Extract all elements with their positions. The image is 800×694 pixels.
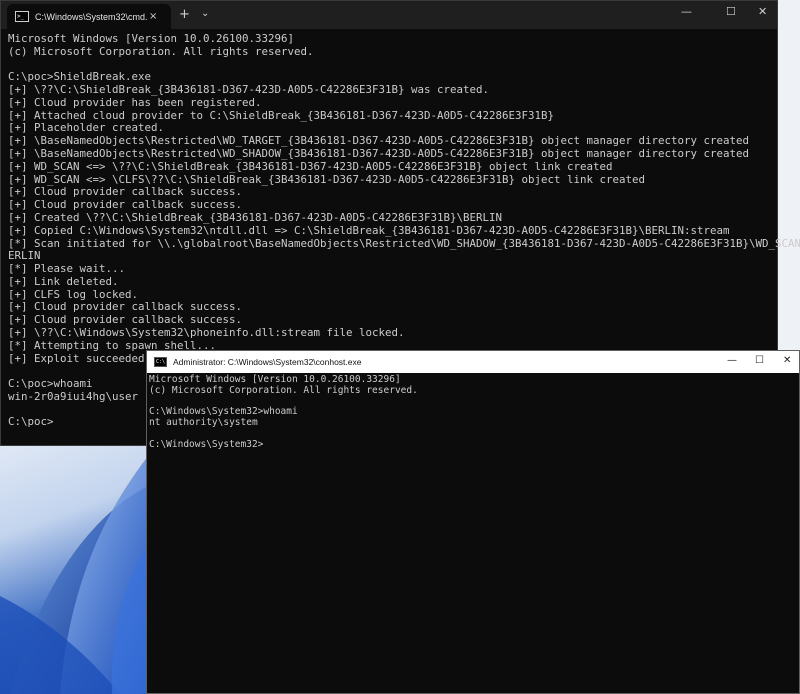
minimize-button[interactable]: —	[727, 355, 737, 366]
console-line: [*] Please wait...	[8, 262, 126, 276]
console-line: [*] Scan initiated for \\.\globalroot\Ba…	[8, 236, 800, 250]
console-icon: C:\	[154, 357, 167, 367]
scrollbar[interactable]	[793, 373, 799, 693]
console-line: (c) Microsoft Corporation. All rights re…	[8, 44, 314, 58]
tab-close-button[interactable]: ×	[149, 11, 157, 22]
console-line: [+] \??\C:\Windows\System32\phoneinfo.dl…	[8, 325, 405, 339]
close-button[interactable]: ✕	[783, 355, 791, 366]
conhost-window[interactable]: C:\ Administrator: C:\Windows\System32\c…	[146, 350, 800, 694]
tab-bar: >_ C:\Windows\System32\cmd.e × + ⌄ — ☐ ✕	[1, 1, 777, 29]
maximize-button[interactable]: ☐	[726, 5, 736, 18]
window-title: Administrator: C:\Windows\System32\conho…	[173, 357, 362, 367]
console-line: [+] Link deleted.	[8, 274, 119, 288]
console-line: [+] \??\C:\ShieldBreak_{3B436181-D367-42…	[8, 83, 490, 97]
new-tab-button[interactable]: +	[179, 7, 190, 22]
maximize-button[interactable]: ☐	[755, 355, 764, 366]
minimize-button[interactable]: —	[681, 5, 692, 18]
desktop-wallpaper	[0, 446, 148, 694]
console-line: [+] Created \??\C:\ShieldBreak_{3B436181…	[8, 210, 503, 224]
console-line: [+] Copied C:\Windows\System32\ntdll.dll…	[8, 223, 730, 237]
console-line: Microsoft Windows [Version 10.0.26100.33…	[8, 32, 295, 45]
console-line: C:\Windows\System32>	[149, 438, 264, 450]
console-line: [+] WD_SCAN <=> \??\C:\ShieldBreak_{3B43…	[8, 159, 613, 173]
tab-title: C:\Windows\System32\cmd.e	[35, 11, 147, 22]
chevron-down-icon[interactable]: ⌄	[201, 8, 209, 19]
console-line: [+] \BaseNamedObjects\Restricted\WD_SHAD…	[8, 147, 750, 161]
close-button[interactable]: ✕	[758, 5, 767, 18]
terminal-icon: >_	[15, 11, 29, 22]
console-line: [+] Cloud provider has been registered.	[8, 95, 262, 109]
console-output[interactable]: Microsoft Windows [Version 10.0.26100.33…	[149, 374, 418, 451]
console-line: nt authority\system	[149, 417, 258, 429]
title-bar[interactable]: C:\ Administrator: C:\Windows\System32\c…	[147, 351, 799, 373]
console-line: (c) Microsoft Corporation. All rights re…	[149, 384, 418, 396]
tab-cmd[interactable]: >_ C:\Windows\System32\cmd.e ×	[7, 4, 171, 29]
